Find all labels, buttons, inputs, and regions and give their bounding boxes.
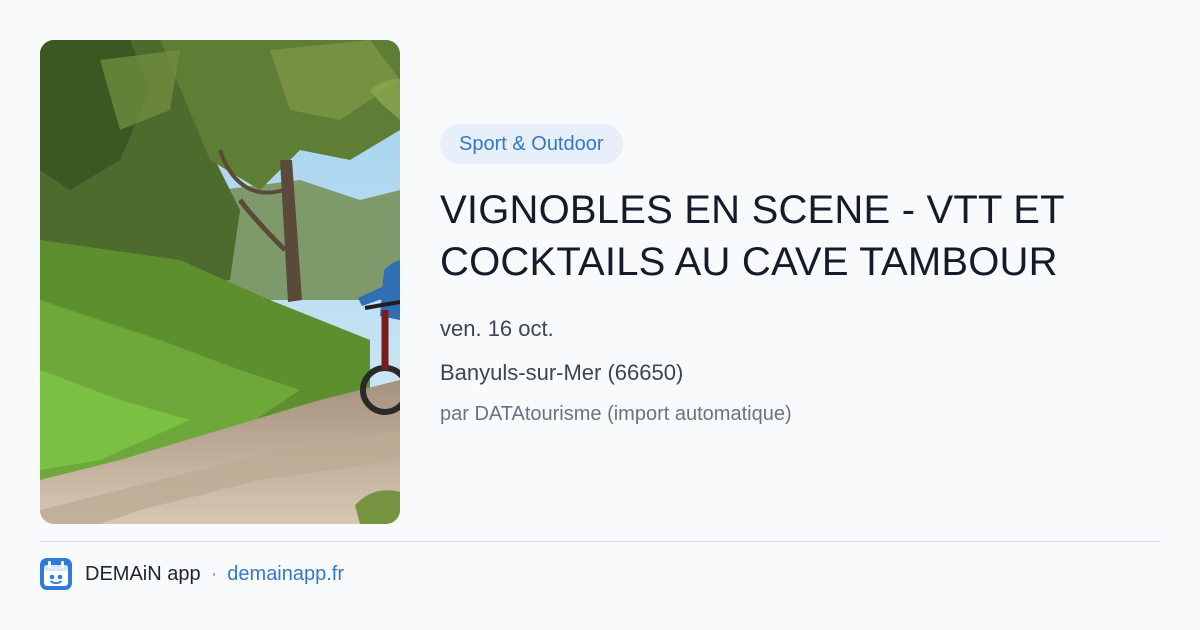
event-source: par DATAtourisme (import automatique) bbox=[440, 403, 792, 425]
app-name: DEMAiN app bbox=[85, 562, 201, 585]
footer-divider bbox=[40, 541, 1160, 542]
footer-separator: · bbox=[210, 562, 218, 585]
event-details: Sport & Outdoor VIGNOBLES EN SCENE - VTT… bbox=[440, 124, 1160, 428]
event-date: ven. 16 oct. bbox=[440, 316, 554, 341]
footer: DEMAiN app · demainapp.fr bbox=[40, 558, 344, 590]
event-location: Banyuls-sur-Mer (66650) bbox=[440, 360, 684, 385]
app-website-link[interactable]: demainapp.fr bbox=[227, 563, 344, 586]
event-image bbox=[40, 40, 400, 524]
category-badge[interactable]: Sport & Outdoor bbox=[440, 124, 623, 164]
bike-trail-photo bbox=[40, 40, 400, 524]
event-title[interactable]: VIGNOBLES EN SCENE - VTT ET COCKTAILS AU… bbox=[440, 184, 1140, 288]
calendar-app-icon[interactable] bbox=[40, 558, 72, 590]
